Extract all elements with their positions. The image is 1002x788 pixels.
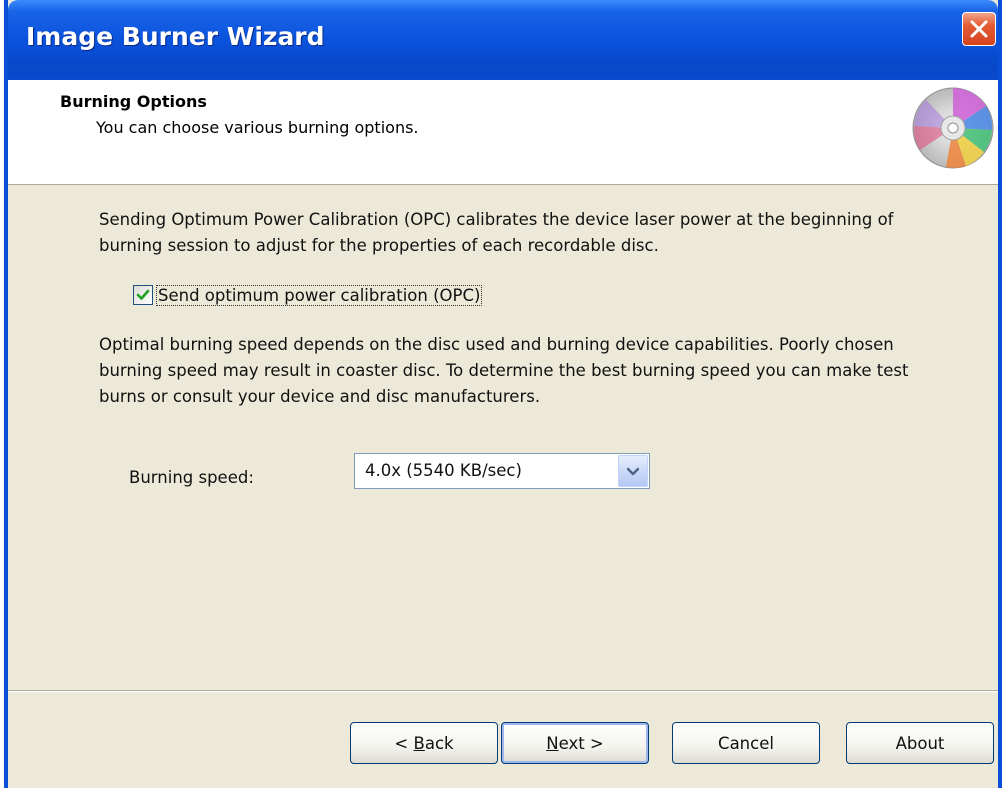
close-icon [970, 20, 988, 38]
burning-speed-label: Burning speed: [129, 468, 254, 487]
next-button[interactable]: Next > [501, 722, 649, 764]
wizard-window: Image Burner Wizard Burning Options You … [4, 0, 1002, 788]
next-access-key: N [546, 733, 559, 753]
page-title: Burning Options [60, 92, 207, 111]
wizard-footer: < Back Next > Cancel About [8, 692, 998, 788]
speed-dropdown-button[interactable] [618, 455, 648, 487]
speed-description: Optimal burning speed depends on the dis… [99, 335, 909, 406]
next-rest: ext > [558, 733, 604, 753]
burning-speed-value: 4.0x (5540 KB/sec) [365, 461, 522, 480]
burning-speed-select[interactable]: 4.0x (5540 KB/sec) [354, 453, 650, 489]
chevron-down-icon [627, 467, 639, 476]
back-rest: ack [424, 733, 454, 753]
opc-description: Sending Optimum Power Calibration (OPC) … [99, 210, 894, 255]
cancel-button[interactable]: Cancel [672, 722, 820, 764]
cd-disc-icon [912, 87, 994, 169]
window-title: Image Burner Wizard [26, 22, 325, 51]
back-button[interactable]: < Back [350, 722, 498, 764]
close-button[interactable] [962, 12, 996, 46]
back-prefix: < [394, 733, 414, 753]
wizard-header: Burning Options You can choose various b… [8, 80, 998, 185]
about-button[interactable]: About [846, 722, 994, 764]
title-bar[interactable]: Image Burner Wizard [8, 0, 998, 80]
back-access-key: B [413, 733, 425, 753]
opc-checkbox[interactable] [133, 285, 153, 305]
checkmark-icon [136, 289, 150, 300]
opc-checkbox-label[interactable]: Send optimum power calibration (OPC) [155, 284, 483, 306]
wizard-body: Sending Optimum Power Calibration (OPC) … [8, 185, 998, 690]
opc-checkbox-row[interactable]: Send optimum power calibration (OPC) [133, 284, 483, 306]
page-subtitle: You can choose various burning options. [96, 118, 419, 137]
